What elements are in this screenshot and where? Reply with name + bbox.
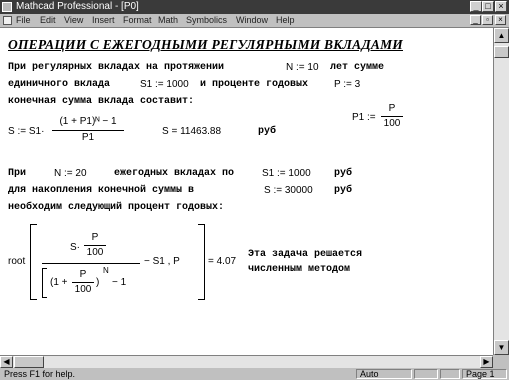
menu-view[interactable]: View [64,15,83,26]
s1-definition-2[interactable]: S1 := 1000 [262,168,311,179]
scroll-left-arrow-icon[interactable]: ◀ [0,356,13,368]
root-den-minus: − 1 [112,277,127,288]
root-den-open: (1 + [50,277,68,288]
root-function: root [8,256,26,267]
p2-line2-unit: руб [334,185,353,196]
mathcad-app-icon[interactable] [2,2,12,12]
scroll-right-arrow-icon[interactable]: ▶ [480,356,493,368]
status-panel-empty-2 [440,369,460,379]
s-fraction-bar [52,130,124,131]
menu-bar: File Edit View Insert Format Math Symbol… [0,14,509,28]
root-num-100: 100 [86,247,104,258]
status-page: Page 1 [462,369,507,379]
minimize-button[interactable]: _ [470,1,482,12]
s-denominator: P1 [81,132,95,143]
s1-definition[interactable]: S1 := 1000 [140,79,189,90]
horizontal-scrollbar[interactable]: ◀ ▶ [0,355,493,368]
p1-line1-text: При регулярных вкладах на протяжении [8,62,225,73]
p2-line1-text-b: ежегодных вкладах по [114,168,235,179]
worksheet[interactable]: ОПЕРАЦИИ С ЕЖЕГОДНЫМИ РЕГУЛЯРНЫМИ ВКЛАДА… [0,28,493,355]
doc-close-button[interactable]: × [495,15,506,25]
note-line1: Эта задача решается [248,249,363,260]
title-bar: Mathcad Professional - [P0] _ □ × [0,0,509,14]
status-bar: Press F1 for help. Auto Page 1 [0,368,509,380]
root-num-s: S· [70,242,80,253]
scroll-up-arrow-icon[interactable]: ▲ [494,28,509,43]
window-title: Mathcad Professional - [P0] [16,1,139,12]
root-den-exponent: N [103,266,109,275]
document-icon[interactable] [3,16,12,25]
root-den-p: P [79,269,87,280]
root-main-fraction-bar [42,263,140,264]
note-line2: численным методом [248,264,351,275]
p1-denominator: 100 [383,118,401,129]
menu-format[interactable]: Format [123,15,152,26]
p1-line2-text-b: и проценте годовых [200,79,309,90]
n20-definition[interactable]: N := 20 [54,168,87,179]
scroll-corner [493,355,509,368]
status-hint: Press F1 for help. [4,369,76,379]
menu-file[interactable]: File [16,15,31,26]
p1-line3-text: конечная сумма вклада составит: [8,96,195,107]
s-result[interactable]: S = 11463.88 [162,126,221,137]
root-num-p: P [91,232,99,243]
p1-line2-text: единичного вклада [8,79,111,90]
vertical-scrollbar[interactable]: ▲ ▼ [493,28,509,355]
vertical-scroll-thumb[interactable] [494,46,509,58]
scroll-down-arrow-icon[interactable]: ▼ [494,340,509,355]
doc-restore-button[interactable]: ▫ [482,15,493,25]
p1-numerator: P [388,103,396,114]
menu-edit[interactable]: Edit [40,15,56,26]
p1-line1-text-b: лет сумме [330,62,385,73]
p2-line1-unit: руб [334,168,353,179]
s30000-definition[interactable]: S := 30000 [264,185,313,196]
p2-line3-text: необходим следующий процент годовых: [8,202,225,213]
root-num-fraction-bar [84,245,106,246]
n-definition[interactable]: N := 10 [286,62,319,73]
worksheet-heading: ОПЕРАЦИИ С ЕЖЕГОДНЫМИ РЕГУЛЯРНЫМИ ВКЛАДА… [8,37,403,52]
doc-minimize-button[interactable]: _ [470,15,481,25]
root-left-bracket [30,224,37,300]
status-panel-empty [414,369,438,379]
s-lhs: S := S1· [8,126,45,137]
p1-fraction-bar [381,116,403,117]
root-den-close: ) [96,277,100,288]
root-den-fraction-bar [72,282,94,283]
horizontal-scroll-thumb[interactable] [14,356,44,368]
root-den-left-bracket [42,268,47,298]
p1-lhs: P1 := [352,112,376,123]
root-den-100: 100 [74,284,92,295]
root-result[interactable]: = 4.07 [208,256,236,267]
menu-symbolics[interactable]: Symbolics [186,15,227,26]
status-mode: Auto [356,369,412,379]
root-right-bracket [198,224,205,300]
root-tail: − S1 , P [144,256,180,267]
s-unit: руб [258,126,277,137]
menu-help[interactable]: Help [276,15,295,26]
close-button[interactable]: × [495,1,507,12]
menu-math[interactable]: Math [158,15,178,26]
p-definition[interactable]: P := 3 [334,79,360,90]
p2-line1-text: При [8,168,27,179]
p2-line2-text: для накопления конечной суммы в [8,185,195,196]
s-numerator: (1 + P1)ᴺ − 1 [59,116,117,127]
maximize-button[interactable]: □ [482,1,494,12]
menu-window[interactable]: Window [236,15,268,26]
menu-insert[interactable]: Insert [92,15,115,26]
